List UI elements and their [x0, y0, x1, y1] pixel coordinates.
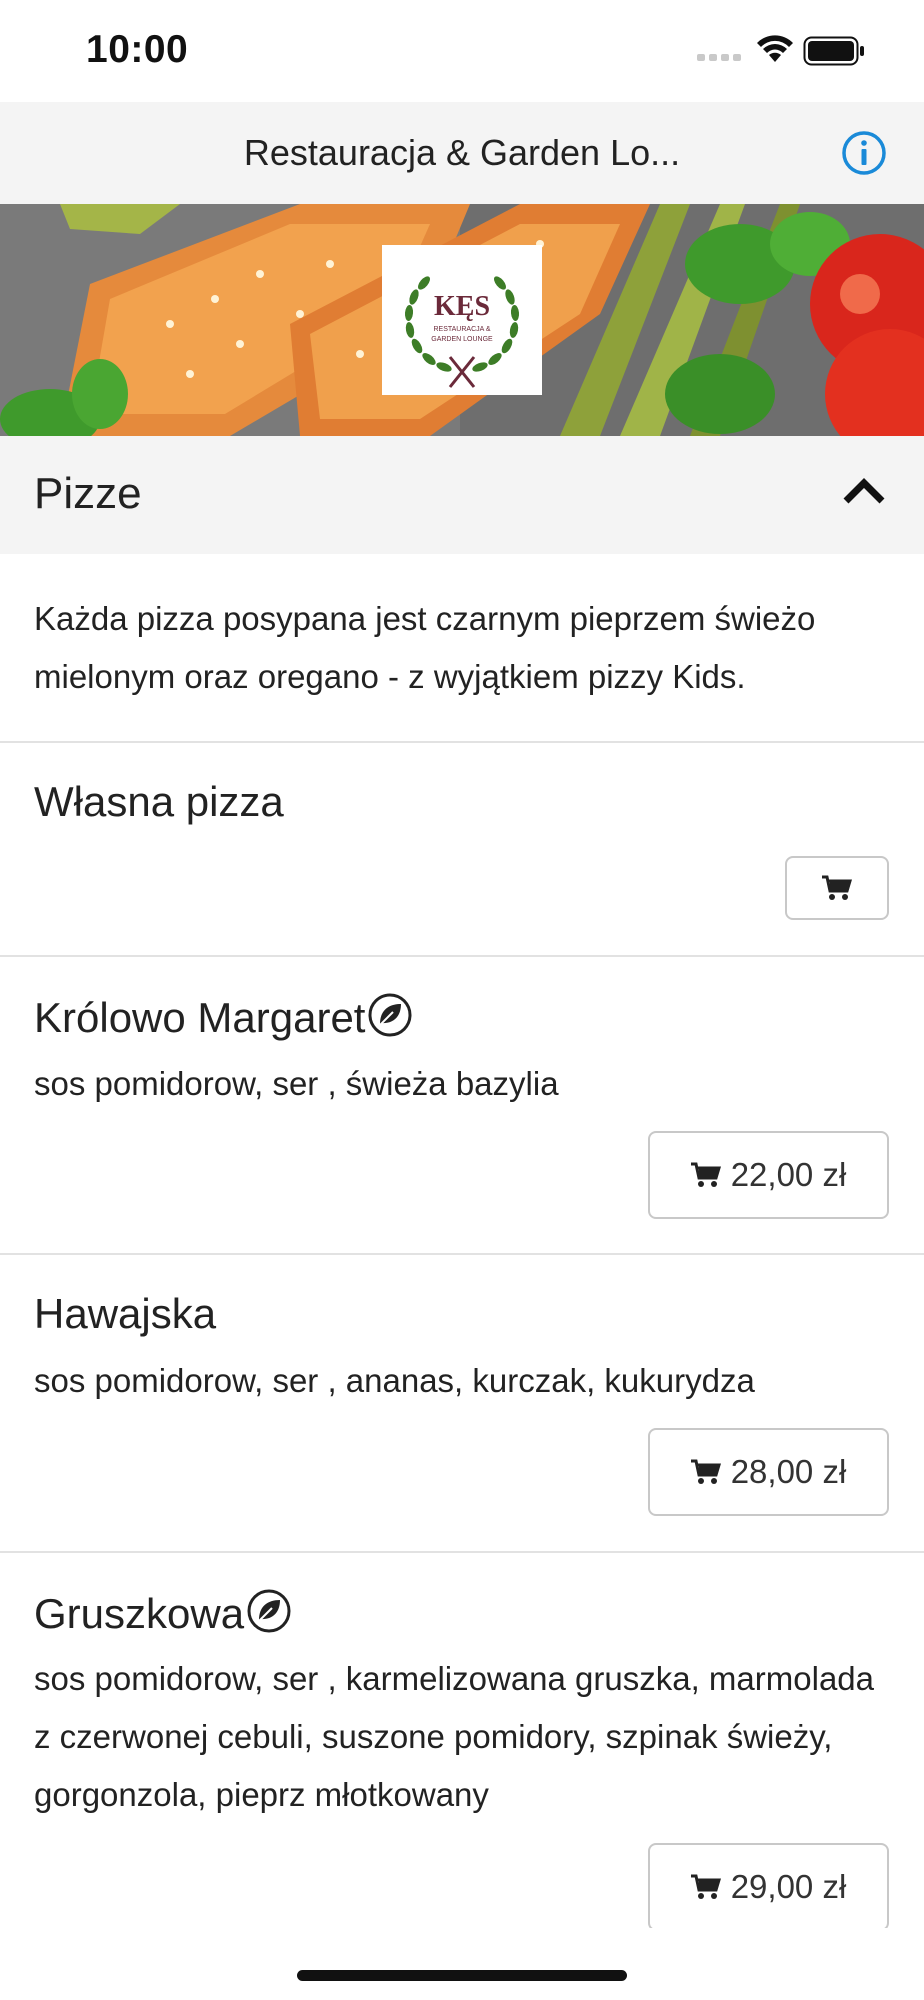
- signal-icon: [697, 54, 741, 61]
- home-indicator[interactable]: [297, 1970, 627, 1981]
- tomato-image: [810, 234, 924, 436]
- svg-text:RESTAURACJA &: RESTAURACJA &: [433, 326, 490, 333]
- menu-item-name-text: Gruszkowa: [34, 1590, 245, 1637]
- cart-icon: [690, 1162, 721, 1187]
- add-to-cart-button[interactable]: [785, 856, 889, 920]
- cart-icon: [690, 1874, 721, 1899]
- nav-bar: Restauracja & Garden Lo...: [0, 102, 924, 204]
- battery-icon: [803, 36, 864, 66]
- section-intro: Każda pizza posypana jest czarnym pieprz…: [34, 600, 816, 695]
- menu-item-description: sos pomidorow, ser , karmelizowana grusz…: [34, 1660, 875, 1813]
- info-icon[interactable]: [840, 129, 888, 177]
- bottom-safe-area: [0, 1928, 924, 2000]
- vegetarian-leaf-icon: [368, 993, 412, 1037]
- vegetarian-leaf-icon: [247, 1589, 291, 1633]
- page-title: Restauracja & Garden Lo...: [243, 132, 681, 173]
- logo-name: KĘS: [434, 291, 490, 322]
- price-label: 29,00 zł: [730, 1868, 847, 1905]
- cart-icon: [822, 875, 852, 900]
- divider: [0, 1253, 924, 1255]
- divider: [0, 741, 924, 743]
- status-time: 10:00: [86, 28, 189, 71]
- menu-item-description: sos pomidorow, ser , ananas, kurczak, ku…: [34, 1362, 755, 1399]
- svg-text:GARDEN LOUNGE: GARDEN LOUNGE: [431, 336, 493, 343]
- menu-item-name-text: Królowo Margaret: [34, 994, 366, 1041]
- add-to-cart-button[interactable]: 28,00 zł: [648, 1428, 889, 1516]
- price-label: 22,00 zł: [730, 1156, 847, 1193]
- restaurant-logo: KĘS RESTAURACJA & GARDEN LOUNGE: [382, 245, 542, 395]
- section-title: Pizze: [34, 469, 142, 518]
- section-header[interactable]: Pizze: [0, 436, 924, 554]
- menu-item-name: Królowo Margaret: [34, 992, 413, 1042]
- menu-item-name: Gruszkowa: [34, 1588, 292, 1638]
- price-label: 28,00 zł: [730, 1453, 847, 1490]
- add-to-cart-button[interactable]: 29,00 zł: [648, 1843, 889, 1931]
- cart-icon: [690, 1459, 721, 1484]
- add-to-cart-button[interactable]: 22,00 zł: [648, 1131, 889, 1219]
- divider: [0, 955, 924, 957]
- menu-item-name: Hawajska: [34, 1290, 217, 1337]
- divider: [0, 1551, 924, 1553]
- status-bar: 10:00: [0, 0, 924, 102]
- wifi-icon: [757, 35, 793, 62]
- menu-item-name: Własna pizza: [34, 778, 284, 825]
- chevron-up-icon[interactable]: [842, 475, 886, 505]
- menu-item-description: sos pomidorow, ser , świeża bazylia: [34, 1065, 559, 1102]
